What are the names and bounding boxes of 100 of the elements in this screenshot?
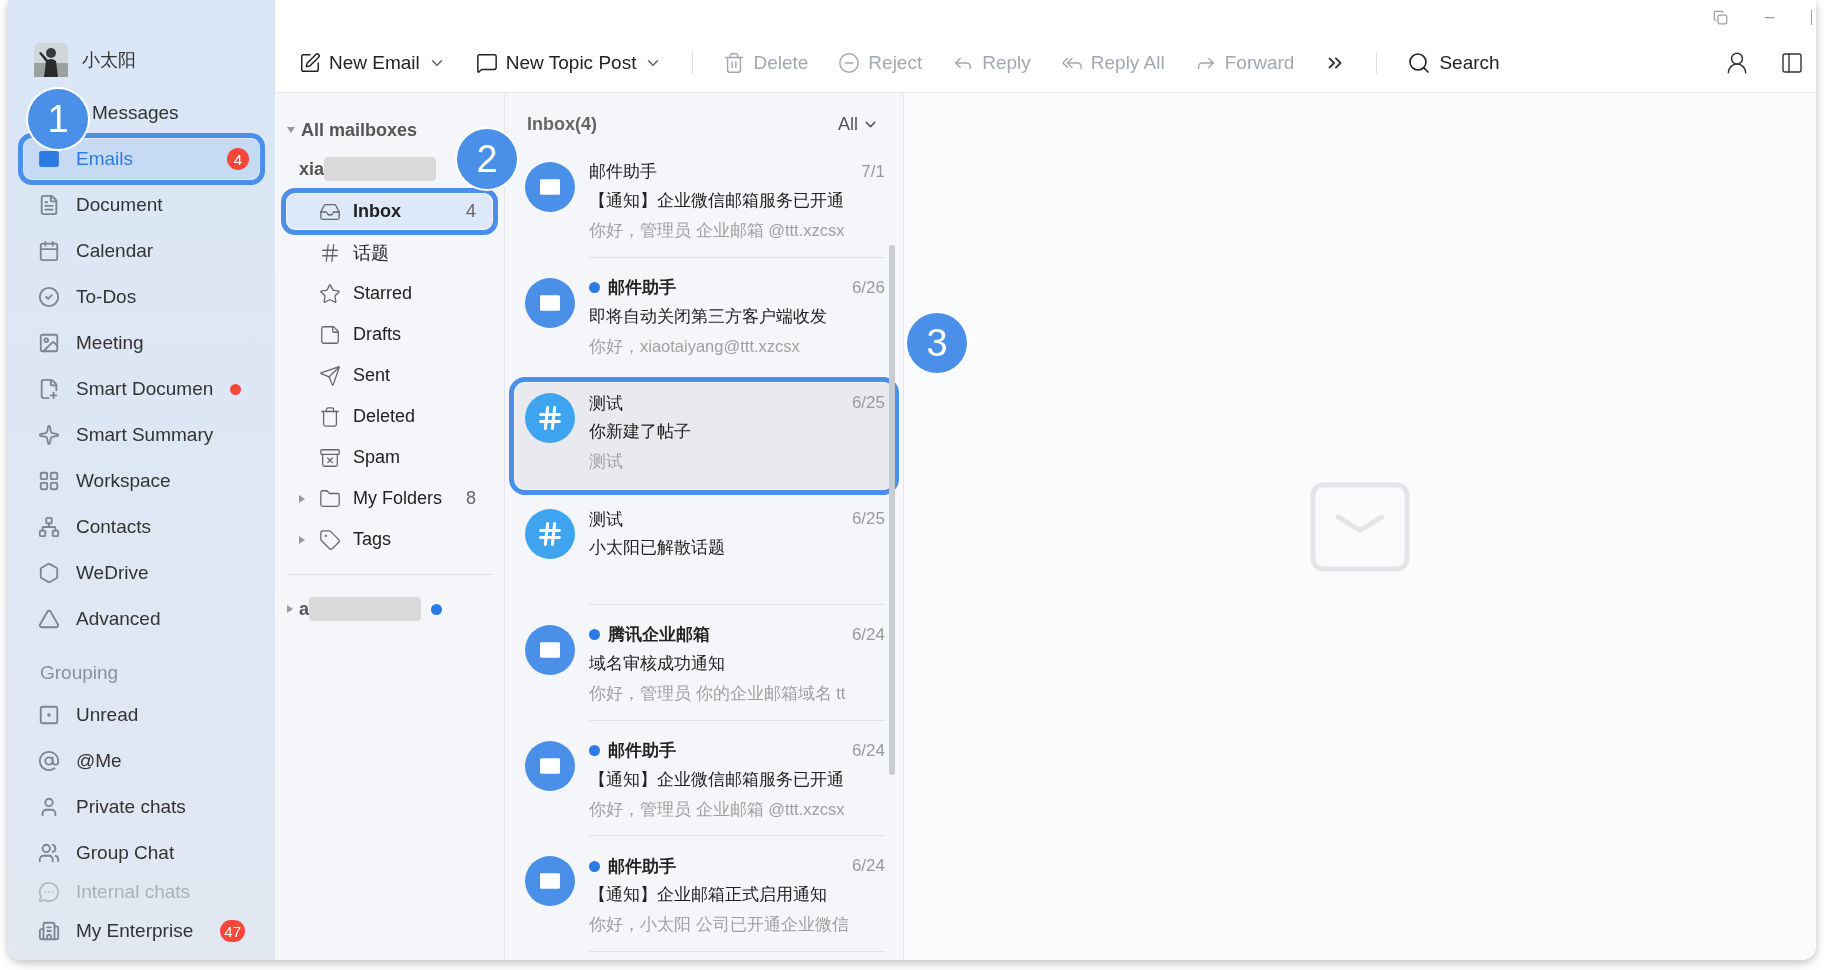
email-subject: 小太阳已解散话题 — [589, 537, 725, 558]
folder-item[interactable]: Tags — [287, 522, 492, 557]
calendar-icon — [38, 240, 60, 262]
email-date: 6/25 — [851, 509, 885, 529]
folder-icon — [319, 487, 341, 510]
toolbar-button[interactable]: New Topic Post — [475, 52, 663, 74]
list-title: Inbox(4) — [527, 113, 597, 135]
nav-item[interactable]: Smart Documen — [24, 369, 259, 409]
scrollbar[interactable] — [889, 245, 895, 775]
email-date: 6/25 — [851, 393, 885, 414]
sparkle-icon — [38, 424, 60, 446]
nav-item[interactable]: Unread — [24, 695, 259, 735]
email-item[interactable]: 测试 6/25 小太阳已解散话题 — [515, 499, 893, 605]
nav-item[interactable]: To-Dos — [24, 277, 259, 317]
email-preview: 你好，xiaotaiyang@ttt.xzcsx — [589, 335, 800, 357]
trash-icon — [319, 405, 341, 428]
nav-item[interactable]: Workspace — [24, 461, 259, 501]
nav-item[interactable]: WeDrive — [24, 553, 259, 593]
nav-item[interactable]: @Me — [24, 741, 259, 781]
nav-item[interactable]: Contacts — [24, 507, 259, 547]
nav-item[interactable]: Meeting — [24, 323, 259, 363]
step-marker: 1 — [28, 89, 88, 149]
file-icon — [38, 194, 60, 216]
nav-item[interactable]: Private chats — [24, 787, 259, 827]
nav-item[interactable]: My Enterprise 47 — [24, 911, 259, 951]
file-plus-icon — [38, 378, 60, 400]
email-item[interactable]: 邮件助手 6/24 【通知】企业邮箱正式启用通知 你好，小太阳 公司已开通企业微信 — [515, 846, 893, 952]
folder-item[interactable]: Deleted — [287, 399, 492, 434]
account-name: xia — [299, 158, 325, 180]
count-badge: 4 — [227, 148, 249, 170]
search-icon — [1407, 51, 1432, 75]
email-subject: 你新建了帖子 — [589, 421, 691, 443]
note-icon — [319, 323, 341, 346]
pen-square-icon — [299, 52, 321, 74]
mail-avatar-icon — [525, 856, 575, 907]
expand-caret-icon[interactable] — [299, 494, 305, 503]
email-subject: 【通知】企业邮箱正式启用通知 — [589, 884, 827, 906]
hash-icon — [319, 241, 341, 264]
count-badge: 47 — [220, 920, 245, 942]
mail-avatar-icon — [525, 740, 575, 791]
grid-icon — [38, 470, 60, 492]
account-name: a — [299, 598, 309, 620]
email-preview: 你好，管理员 企业邮箱 @ttt.xzcsx — [589, 798, 845, 820]
expand-caret-icon[interactable] — [299, 535, 305, 544]
speech-bubble-icon — [475, 52, 498, 74]
minus-circle-icon — [838, 52, 861, 74]
image-icon — [38, 332, 60, 354]
email-preview: 测试 — [589, 451, 623, 473]
section-title: Grouping — [39, 661, 120, 685]
toolbar-button[interactable]: New Email — [299, 52, 446, 74]
panel-icon[interactable] — [1780, 51, 1804, 75]
expand-caret-icon[interactable] — [287, 605, 293, 613]
sender-name: 腾讯企业邮箱 — [608, 624, 710, 647]
expand-caret-icon[interactable] — [287, 127, 295, 133]
chat-icon — [38, 881, 60, 903]
archive-x-icon — [319, 446, 341, 469]
sender-name: 邮件助手 — [608, 277, 676, 299]
email-item[interactable]: 邮件助手 7/1 【通知】企业微信邮箱服务已开通 你好，管理员 企业邮箱 @ttt.xzcsx — [515, 151, 893, 258]
search-button[interactable]: Search — [1407, 51, 1500, 75]
email-subject: 【通知】企业微信邮箱服务已开通 — [589, 189, 844, 211]
nav-item[interactable]: Smart Summary — [24, 415, 259, 455]
hexagon-icon — [38, 562, 60, 584]
sender-name: 邮件助手 — [608, 855, 676, 878]
building-icon — [38, 920, 60, 942]
restore-icon[interactable] — [1713, 9, 1728, 25]
mail-avatar-icon — [525, 624, 575, 675]
triangle-icon — [38, 608, 60, 630]
folder-count: 4 — [466, 201, 476, 222]
mail-avatar-icon — [525, 161, 575, 212]
user-name: 小太阳 — [82, 49, 136, 72]
nav-item[interactable]: Calendar — [24, 231, 259, 271]
email-item[interactable]: 邮件助手 6/26 即将自动关闭第三方客户端收发 你好，xiaotaiyang@ttt.xzcsx — [515, 267, 893, 374]
folder-item[interactable]: Spam — [287, 440, 492, 475]
nav-item[interactable]: Document — [24, 185, 259, 225]
send-icon — [319, 364, 341, 387]
sender-name: 邮件助手 — [589, 161, 657, 184]
email-subject: 域名审核成功通知 — [589, 652, 725, 674]
email-subject: 即将自动关闭第三方客户端收发 — [589, 305, 827, 327]
sender-name: 邮件助手 — [608, 740, 676, 762]
folder-item[interactable]: 话题 — [287, 235, 492, 270]
trash-icon — [723, 52, 746, 74]
email-item[interactable]: 邮件助手 6/24 【通知】企业微信邮箱服务已开通 你好，管理员 企业邮箱 @ttt.xzcsx — [515, 730, 893, 837]
filter-dropdown[interactable]: All — [838, 113, 879, 135]
email-date: 6/24 — [851, 740, 885, 761]
folder-item[interactable]: Drafts — [287, 317, 492, 352]
email-item[interactable]: 腾讯企业邮箱 6/24 域名审核成功通知 你好，管理员 你的企业邮箱域名 tt — [515, 614, 893, 721]
email-subject: 【通知】企业微信邮箱服务已开通 — [589, 768, 844, 790]
nav-item[interactable]: Advanced — [24, 599, 259, 639]
folder-item[interactable]: My Folders 8 — [287, 481, 492, 516]
folder-item[interactable]: Starred — [287, 276, 492, 311]
nav-item[interactable]: Messages — [92, 93, 259, 133]
folder-item[interactable]: Sent — [287, 358, 492, 393]
step-marker: 2 — [457, 129, 517, 189]
email-preview: 你好，管理员 你的企业邮箱域名 tt — [589, 682, 846, 704]
nav-item[interactable]: Group Chat — [24, 833, 259, 873]
star-icon — [319, 282, 341, 305]
section-title: All mailboxes — [301, 119, 418, 141]
email-preview: 你好，小太阳 公司已开通企业微信 — [589, 914, 849, 936]
tag-icon — [319, 528, 341, 551]
network-icon — [38, 516, 60, 538]
